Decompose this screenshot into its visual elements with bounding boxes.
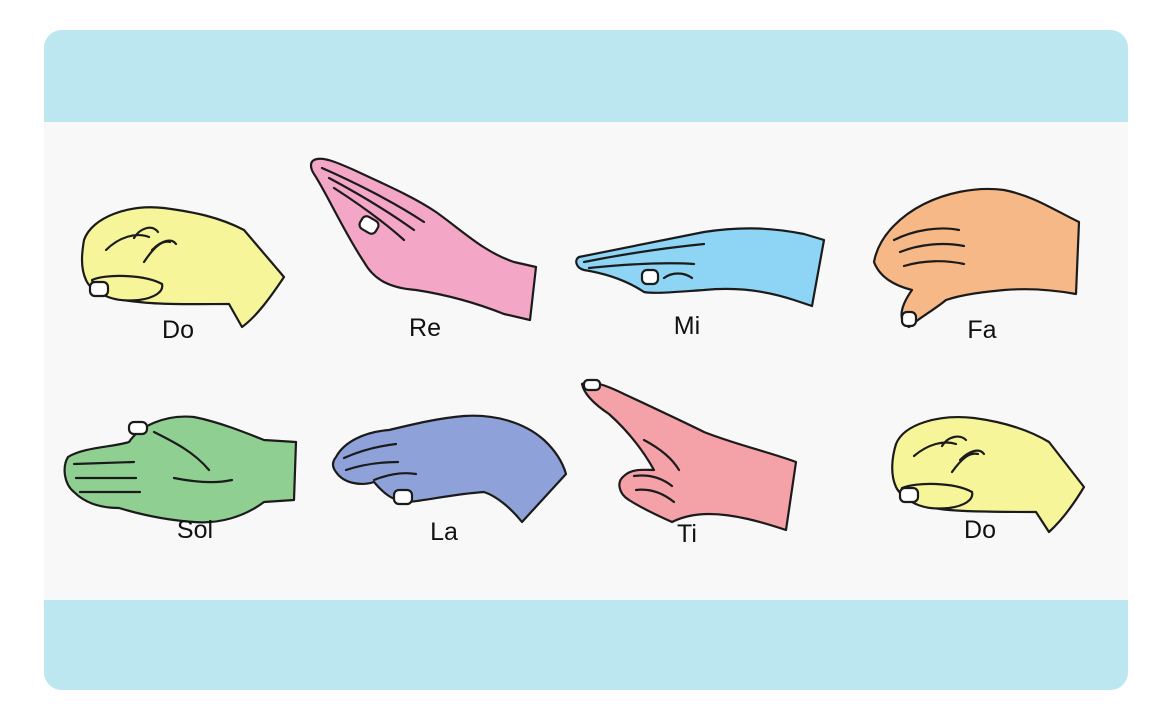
label-fa: Fa [967, 316, 997, 344]
label-la: La [430, 518, 458, 546]
sol-open-palm-hand-icon [63, 415, 298, 524]
do-fist-hand-icon-2 [891, 416, 1086, 534]
label-ti: Ti [677, 520, 697, 548]
mi-flat-hand-icon [575, 227, 826, 308]
label-re: Re [409, 314, 441, 342]
bottom-band [44, 600, 1128, 690]
la-drooping-hand-icon [331, 414, 568, 524]
fa-thumb-down-hand-icon [872, 187, 1081, 329]
label-mi: Mi [673, 312, 701, 340]
label-sol: Sol [176, 516, 214, 544]
ti-pointing-hand-icon [580, 378, 798, 532]
hand-fill [580, 381, 798, 532]
hand-signs-panel: Do Re Mi Fa Sol La Ti Do [44, 122, 1128, 600]
re-flat-hand-icon [309, 157, 538, 322]
hand-fill [331, 414, 568, 524]
hand-fill [309, 157, 538, 322]
hand-fill [80, 206, 286, 329]
hand-fill [891, 416, 1086, 534]
hand-fill [63, 415, 298, 524]
hand-fill [872, 187, 1081, 329]
do-fist-hand-icon [80, 206, 286, 329]
label-do-1: Do [162, 316, 194, 344]
top-band [44, 30, 1128, 122]
hand-fill [575, 227, 826, 308]
solfege-card: Do Re Mi Fa Sol La Ti Do [44, 30, 1128, 690]
label-do-2: Do [964, 516, 996, 544]
